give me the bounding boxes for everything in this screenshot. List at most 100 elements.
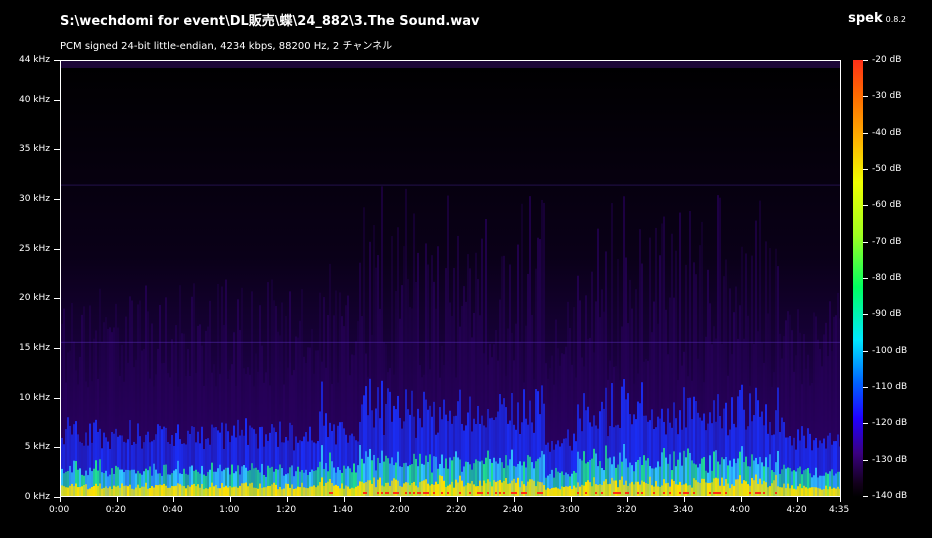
spectrum-column-peak <box>525 492 527 494</box>
spectrum-column-high <box>417 487 419 496</box>
spectrum-column-high <box>491 486 493 496</box>
spectrum-column-high <box>399 485 401 496</box>
spectrum-column-high <box>143 486 145 496</box>
spectrum-column-high <box>291 484 293 496</box>
spectrum-column-high <box>745 481 747 496</box>
spectrum-column-high <box>591 486 593 496</box>
spectrum-column-high <box>159 484 161 496</box>
spectrum-column-high <box>765 482 767 496</box>
spectrum-column-high <box>793 488 795 496</box>
freq-tick-label: 44 kHz <box>18 55 50 65</box>
level-tick-mark <box>863 278 868 279</box>
spectrum-column-high <box>185 488 187 496</box>
spectrum-column-high <box>671 479 673 496</box>
spectrum-column-high <box>583 485 585 496</box>
spectrum-column-peak <box>683 492 685 494</box>
spectrum-column-high <box>391 480 393 496</box>
spectrum-column-high <box>605 479 607 496</box>
spectrum-column-high <box>249 483 251 496</box>
spectrum-column-peak <box>405 492 407 494</box>
spectrum-column-high <box>691 487 693 496</box>
spectrum-column-high <box>223 487 225 496</box>
spectrum-column-high <box>375 487 377 496</box>
spectrum-column-high <box>527 481 529 496</box>
spectrum-column-high <box>547 487 549 496</box>
time-tick-mark <box>457 497 458 502</box>
spectrogram-plot <box>60 60 841 497</box>
spectrum-column-high <box>233 486 235 496</box>
spectrum-column-high <box>623 484 625 496</box>
spectrum-column-high <box>795 489 797 496</box>
spectrum-column-high <box>835 488 837 496</box>
spectrum-column-peak <box>419 492 421 494</box>
spectrum-column-high <box>821 489 823 496</box>
spectrum-column-high <box>91 486 93 496</box>
spectrum-column-high <box>201 484 203 496</box>
spectrum-column-peak <box>537 492 539 494</box>
spectrum-column-high <box>817 487 819 496</box>
spectrum-column-high <box>485 483 487 496</box>
spectrum-column-peak <box>585 492 587 494</box>
level-tick-label: -110 dB <box>872 382 908 392</box>
level-tick-mark <box>863 314 868 315</box>
spectrum-top-band <box>61 61 840 68</box>
spectrum-column-high <box>265 487 267 496</box>
spectrum-column-high <box>433 484 435 496</box>
spectrum-column-high <box>153 487 155 496</box>
spectrum-column-high <box>461 480 463 496</box>
spectrum-column-high <box>737 479 739 496</box>
spectrum-column-high <box>261 487 263 496</box>
spectrum-column-high <box>465 485 467 496</box>
spectrum-column-high <box>299 487 301 496</box>
spectrum-column-high <box>799 483 801 496</box>
spectrum-column-high <box>709 482 711 496</box>
spectrum-column-high <box>707 483 709 496</box>
spectrum-column-high <box>525 485 527 496</box>
spectrum-column-high <box>561 486 563 496</box>
time-tick-label: 2:20 <box>446 505 467 515</box>
spectrum-column-high <box>71 483 73 496</box>
time-tick-label: 3:00 <box>559 505 580 515</box>
spectrum-column-high <box>99 483 101 496</box>
spectrum-column-high <box>327 481 329 496</box>
spectrum-column-high <box>385 482 387 496</box>
spectrum-column-high <box>85 484 87 496</box>
spectrum-column-peak <box>755 492 757 494</box>
spectrum-column-peak <box>619 492 621 494</box>
spectrum-column-high <box>65 487 67 496</box>
spectrum-column-high <box>439 475 441 496</box>
spectrum-column-high <box>723 485 725 496</box>
spectrum-column-high <box>361 481 363 496</box>
spectrum-column-high <box>371 483 373 496</box>
spectrum-column-high <box>687 485 689 496</box>
spectrum-column-high <box>449 484 451 496</box>
spectrum-column-peak <box>409 492 411 494</box>
spectrum-column-high <box>251 482 253 496</box>
spectrum-column-high <box>515 482 517 496</box>
spectrum-column-high <box>195 486 197 496</box>
spectrum-column-high <box>81 486 83 496</box>
spectrum-column-peak <box>503 492 505 494</box>
spectrum-column-high <box>95 483 97 496</box>
spectrum-column-peak <box>663 492 665 494</box>
spectrum-column-high <box>73 486 75 496</box>
spectrum-column-high <box>421 481 423 496</box>
spectrum-column-high <box>773 480 775 496</box>
spectrum-column-high <box>611 477 613 496</box>
spectrum-column-high <box>319 482 321 496</box>
spectrum-column-peak <box>719 492 721 494</box>
spectrum-column-high <box>205 488 207 496</box>
level-tick-label: -70 dB <box>872 236 902 247</box>
spectrum-column-peak <box>385 492 387 494</box>
spectrum-column-high <box>593 477 595 496</box>
spectrum-column-high <box>75 483 77 496</box>
spectrum-column-peak <box>713 492 715 494</box>
spectrum-column-high <box>401 486 403 496</box>
spectrum-column-high <box>631 481 633 496</box>
spectrum-column-high <box>357 485 359 496</box>
spectrum-column-peak <box>757 492 759 494</box>
spectrum-column-high <box>139 488 141 496</box>
level-tick-mark <box>863 205 868 206</box>
spectrum-column-high <box>617 487 619 496</box>
spectrum-column-high <box>571 489 573 496</box>
